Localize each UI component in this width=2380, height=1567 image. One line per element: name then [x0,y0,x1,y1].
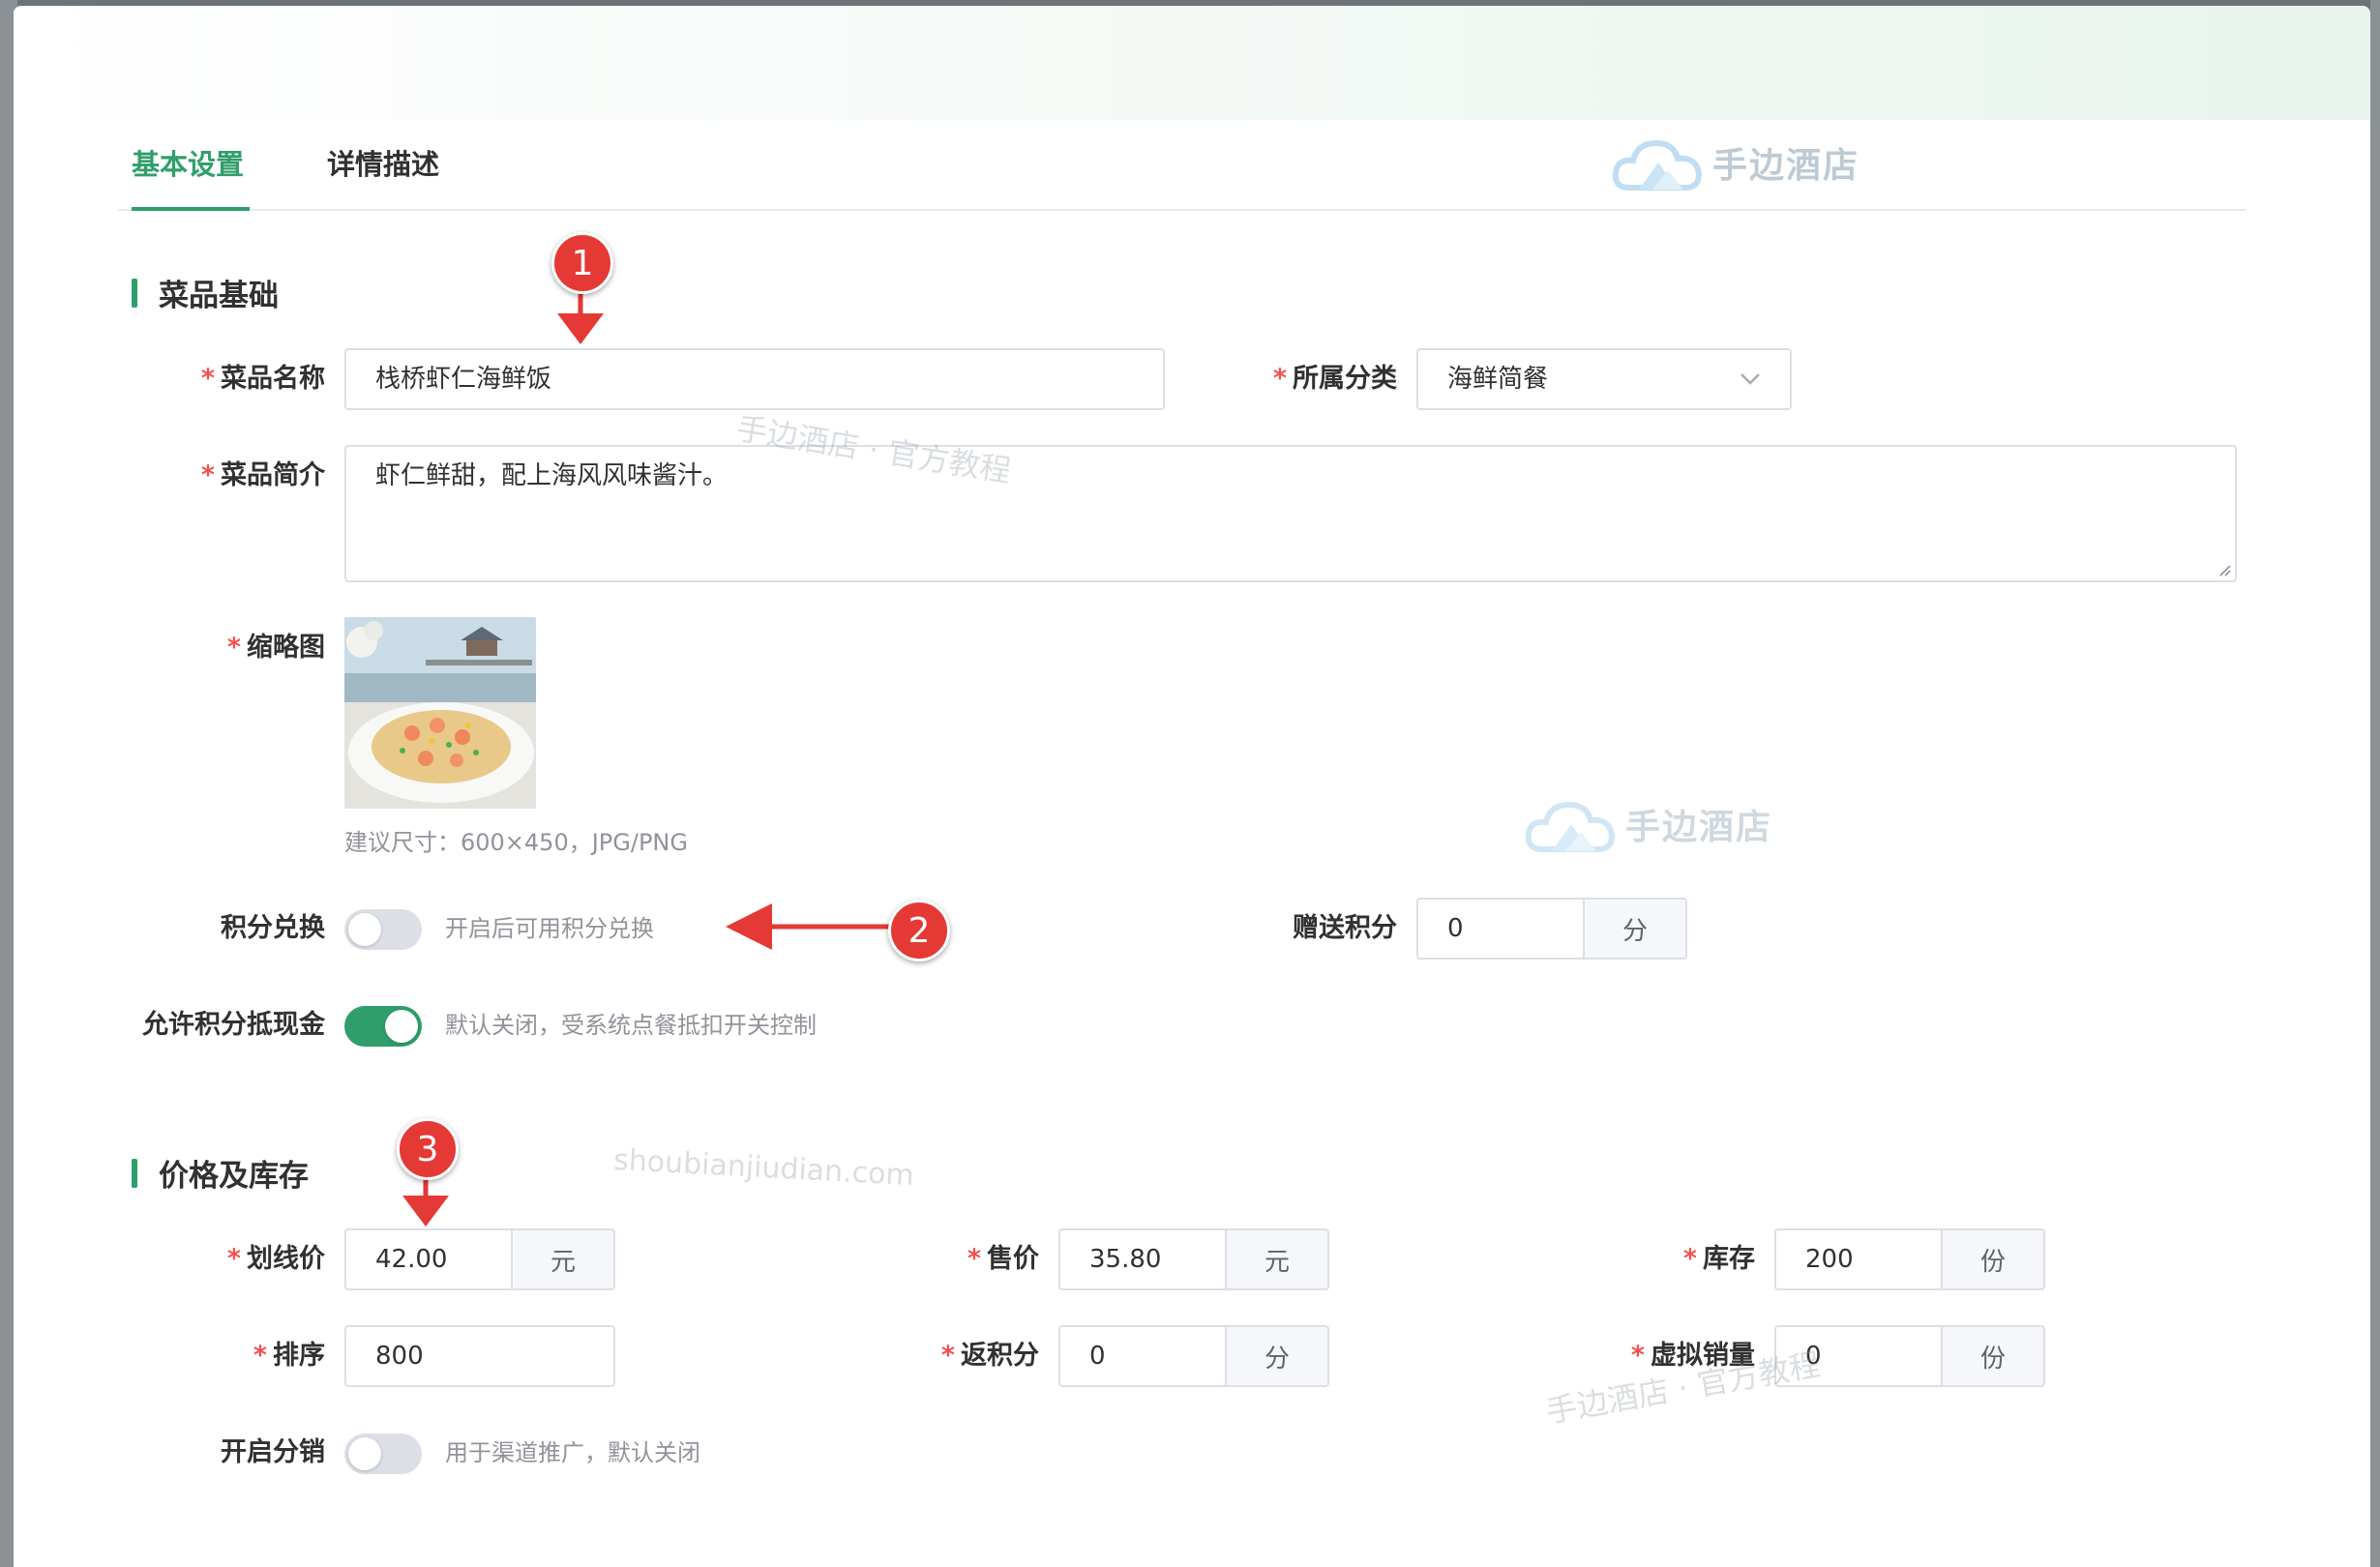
annotation-marker-3: 3 [397,1118,459,1180]
annotation-marker-2: 2 [888,900,950,961]
annotation-arrows [402,288,890,1227]
annotation-marker-1: 1 [551,232,613,294]
